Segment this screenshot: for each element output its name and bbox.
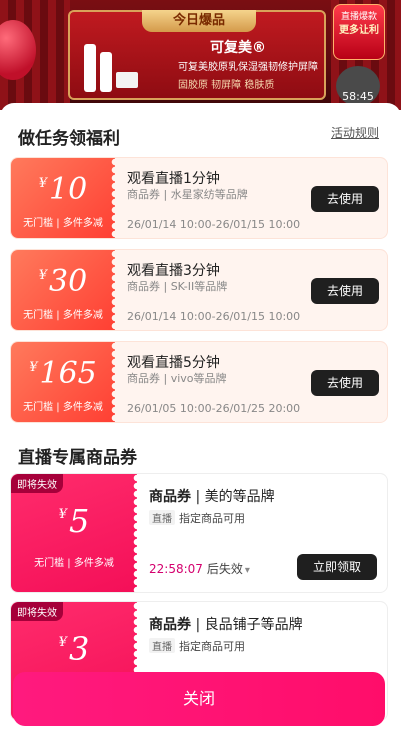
coupon-title: 商品券 | 美的等品牌	[149, 486, 275, 506]
currency-symbol: ¥	[38, 268, 48, 283]
live-tag: 直播	[149, 638, 175, 653]
live-tag: 直播	[149, 510, 175, 525]
coupon-brands: | 美的等品牌	[191, 489, 275, 505]
use-button[interactable]: 去使用	[311, 278, 379, 304]
side-badge-bottom: 更多让利	[339, 25, 379, 36]
task-card[interactable]: ¥10 无门槛 | 多件多减 观看直播1分钟 商品券 | 水星家纺等品牌 26/…	[10, 157, 388, 239]
live-section-title: 直播专属商品券	[18, 448, 137, 468]
coupon-amount-panel: ¥165 无门槛 | 多件多减	[11, 342, 119, 422]
coupon-scope: 直播 指定商品可用	[149, 510, 245, 526]
coupon-amount-panel: 即将失效 ¥5 无门槛 | 多件多减	[11, 474, 141, 592]
coupon-brands: | 良品铺子等品牌	[191, 617, 303, 633]
bottle-icon	[84, 44, 96, 92]
task-date: 26/01/14 10:00-26/01/15 10:00	[127, 218, 301, 231]
task-title: 观看直播1分钟	[127, 171, 220, 187]
promo-tag: 今日爆品	[142, 10, 256, 32]
coupon-amount: 30	[49, 264, 88, 299]
rules-link[interactable]: 活动规则	[331, 124, 379, 141]
promo-features: 固胶原 韧屏障 稳肤质	[178, 80, 275, 91]
task-title: 观看直播5分钟	[127, 355, 220, 371]
currency-symbol: ¥	[29, 360, 38, 375]
tasks-section-title: 做任务领福利	[18, 129, 120, 149]
use-button[interactable]: 去使用	[311, 370, 379, 396]
live-stream-banner: 今日爆品 可复美® 可复美胶原乳保湿强韧修护屏障 固胶原 韧屏障 稳肤质 直播爆…	[0, 0, 401, 110]
coupon-type: 商品券	[149, 617, 191, 633]
use-button[interactable]: 去使用	[311, 186, 379, 212]
coupon-amount: 5	[68, 502, 90, 540]
chevron-down-icon: ▾	[244, 565, 250, 576]
countdown-label: 后失效	[206, 562, 243, 576]
expire-badge: 即将失效	[11, 474, 63, 493]
currency-symbol: ¥	[58, 635, 67, 650]
live-coupon-card[interactable]: 即将失效 ¥5 无门槛 | 多件多减 商品券 | 美的等品牌 直播 指定商品可用 …	[10, 473, 388, 593]
task-subtitle: 商品券 | SK-II等品牌	[127, 280, 228, 293]
side-badge-top: 直播爆款	[340, 12, 377, 22]
currency-symbol: ¥	[58, 507, 67, 522]
scope-text: 指定商品可用	[179, 512, 245, 525]
product-image	[82, 36, 138, 92]
scope-text: 指定商品可用	[179, 640, 245, 653]
task-title: 观看直播3分钟	[127, 263, 220, 279]
coupon-scope: 直播 指定商品可用	[149, 638, 245, 654]
claim-button[interactable]: 立即领取	[297, 554, 377, 580]
coupon-type: 商品券	[149, 489, 191, 505]
coupon-condition: 无门槛 | 多件多减	[23, 310, 103, 321]
coupon-condition: 无门槛 | 多件多减	[23, 218, 103, 229]
coupon-amount: 3	[68, 630, 90, 668]
task-subtitle: 商品券 | vivo等品牌	[127, 372, 227, 385]
currency-symbol: ¥	[38, 176, 48, 191]
bottle-icon	[100, 52, 112, 92]
timer-text: 58:45	[342, 90, 374, 103]
close-button[interactable]: 关闭	[13, 672, 385, 726]
coupon-condition: 无门槛 | 多件多减	[34, 558, 114, 569]
expire-badge: 即将失效	[11, 602, 63, 621]
countdown[interactable]: 22:58:07 后失效 ▾	[149, 560, 250, 577]
task-date: 26/01/14 10:00-26/01/15 10:00	[127, 310, 301, 323]
promo-card[interactable]: 今日爆品 可复美® 可复美胶原乳保湿强韧修护屏障 固胶原 韧屏障 稳肤质	[68, 10, 326, 100]
promo-brand: 可复美®	[210, 40, 266, 56]
coupon-amount: 165	[39, 356, 97, 391]
coupon-amount-panel: ¥10 无门槛 | 多件多减	[11, 158, 119, 238]
task-subtitle: 商品券 | 水星家纺等品牌	[127, 188, 248, 201]
countdown-time: 22:58:07	[149, 562, 203, 576]
coupon-condition: 无门槛 | 多件多减	[23, 402, 103, 413]
coupon-amount: 10	[49, 172, 88, 207]
task-card[interactable]: ¥30 无门槛 | 多件多减 观看直播3分钟 商品券 | SK-II等品牌 26…	[10, 249, 388, 331]
promo-subtitle: 可复美胶原乳保湿强韧修护屏障	[178, 62, 318, 73]
timer-widget[interactable]: 58:45	[336, 66, 380, 106]
coupon-amount-panel: ¥30 无门槛 | 多件多减	[11, 250, 119, 330]
side-badge[interactable]: 直播爆款 更多让利	[333, 4, 385, 60]
task-card[interactable]: ¥165 无门槛 | 多件多减 观看直播5分钟 商品券 | vivo等品牌 26…	[10, 341, 388, 423]
box-icon	[116, 72, 138, 88]
task-date: 26/01/05 10:00-26/01/25 20:00	[127, 402, 301, 415]
coupon-title: 商品券 | 良品铺子等品牌	[149, 614, 303, 634]
